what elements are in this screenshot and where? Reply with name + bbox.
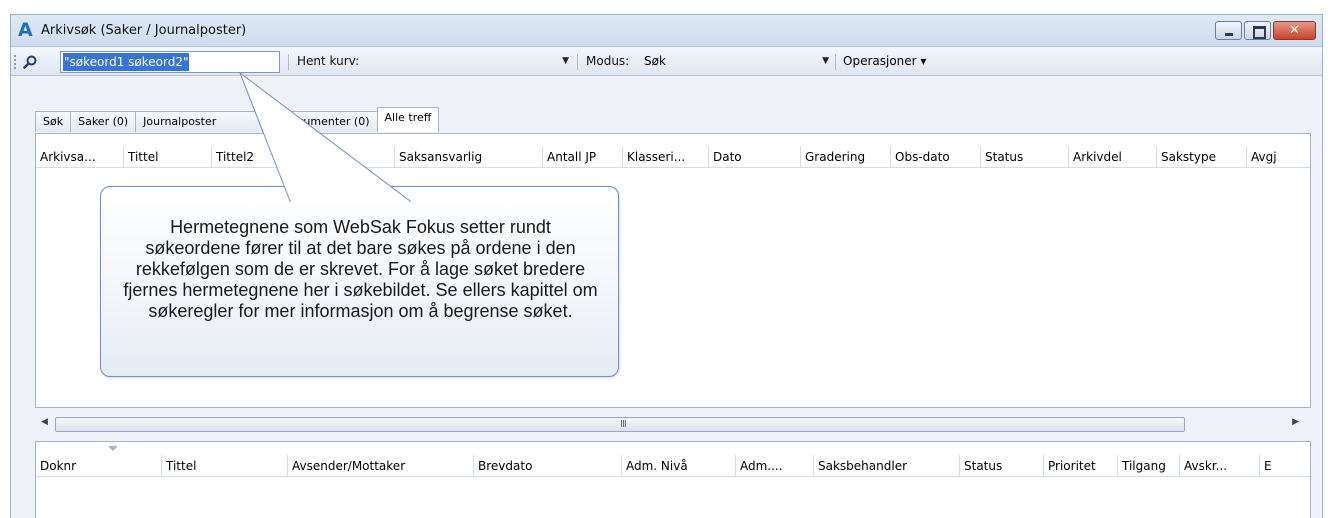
sort-indicator-icon (108, 446, 118, 451)
title-bar[interactable]: A Arkivsøk (Saker / Journalposter) ✕ (11, 15, 1322, 47)
column-header[interactable]: Avsender/Mottaker (288, 455, 474, 476)
column-header[interactable]: Saksbehandler (814, 455, 960, 476)
toolbar-grip[interactable] (14, 55, 16, 69)
column-header[interactable] (300, 146, 395, 167)
column-header[interactable]: Tittel2 (212, 146, 300, 167)
result-tabs: Søk Saker (0) Journalposter Dokumenter (… (35, 107, 440, 132)
column-header[interactable]: Arkivsa... (36, 146, 124, 167)
column-header[interactable]: Adm.... (736, 455, 814, 476)
column-header[interactable]: Prioritet (1044, 455, 1118, 476)
column-header[interactable]: Gradering (801, 146, 891, 167)
hent-kurv-dropdown[interactable]: ▼ (383, 52, 571, 72)
modus-label: Modus: (586, 54, 630, 68)
modus-value: Søk (644, 54, 666, 68)
tab-sok[interactable]: Søk (35, 111, 72, 132)
search-toolbar: "søkeord1 søkeord2" Hent kurv: ▼ Modus: … (11, 48, 1322, 76)
column-header[interactable]: Status (960, 455, 1044, 476)
operations-menu[interactable]: Operasjoner ▾ (843, 54, 926, 68)
tab-alle-treff[interactable]: Alle treff (376, 107, 440, 132)
column-header[interactable]: Tittel (124, 146, 212, 167)
column-header[interactable]: Brevdato (474, 455, 622, 476)
tab-saker[interactable]: Saker (0) (70, 111, 137, 132)
app-logo-icon: A (18, 19, 33, 41)
column-header[interactable]: Doknr (36, 455, 162, 476)
column-header[interactable]: Tilgang (1118, 455, 1180, 476)
close-icon: ✕ (1289, 23, 1300, 38)
search-input[interactable]: "søkeord1 søkeord2" (60, 51, 280, 73)
column-header[interactable]: Adm. Nivå (622, 455, 736, 476)
column-header[interactable]: Status (981, 146, 1069, 167)
tab-dokumenter[interactable]: Dokumenter (0) (274, 111, 378, 132)
scroll-left-icon[interactable]: ◀ (41, 417, 48, 427)
modus-dropdown[interactable]: Søk ▼ (641, 52, 831, 72)
search-icon[interactable] (23, 55, 37, 69)
help-callout: Hermetegnene som WebSak Fokus setter run… (100, 186, 619, 377)
callout-text: Hermetegnene som WebSak Fokus setter run… (123, 217, 598, 321)
column-header[interactable]: Antall JP (543, 146, 623, 167)
chevron-down-icon: ▼ (562, 56, 569, 66)
column-header[interactable]: Avgj (1247, 146, 1310, 167)
toolbar-separator (577, 54, 578, 70)
column-header[interactable]: E (1260, 455, 1310, 476)
column-header[interactable]: Dato (709, 146, 801, 167)
documents-grid-header: Doknr Tittel Avsender/Mottaker Brevdato … (36, 455, 1310, 477)
minimize-button[interactable] (1215, 21, 1242, 40)
documents-grid[interactable]: Doknr Tittel Avsender/Mottaker Brevdato … (35, 441, 1311, 518)
maximize-button[interactable] (1244, 21, 1271, 40)
cases-grid-header: Arkivsa... Tittel Tittel2 Saksansvarlig … (36, 146, 1310, 168)
column-header[interactable]: Sakstype (1157, 146, 1247, 167)
scroll-right-icon[interactable]: ▶ (1292, 417, 1299, 427)
close-button[interactable]: ✕ (1273, 21, 1316, 40)
column-header[interactable]: Saksansvarlig (395, 146, 543, 167)
column-header[interactable]: Tittel (162, 455, 288, 476)
column-header[interactable]: Arkivdel (1069, 146, 1157, 167)
search-input-value: "søkeord1 søkeord2" (63, 53, 190, 71)
tab-journalposter[interactable]: Journalposter (135, 111, 276, 132)
window-title: Arkivsøk (Saker / Journalposter) (41, 23, 247, 38)
column-header[interactable]: Obs-dato (891, 146, 981, 167)
column-header[interactable]: Avskr... (1180, 455, 1260, 476)
column-header[interactable]: Klasseri... (623, 146, 709, 167)
toolbar-separator (288, 54, 289, 70)
toolbar-separator (835, 54, 836, 70)
chevron-down-icon: ▼ (822, 56, 829, 66)
hent-kurv-label: Hent kurv: (297, 54, 360, 68)
horizontal-scrollbar[interactable]: ◀ III ▶ (35, 415, 1311, 433)
scrollbar-grip-icon: III (620, 419, 627, 430)
scrollbar-thumb[interactable]: III (55, 417, 1185, 432)
